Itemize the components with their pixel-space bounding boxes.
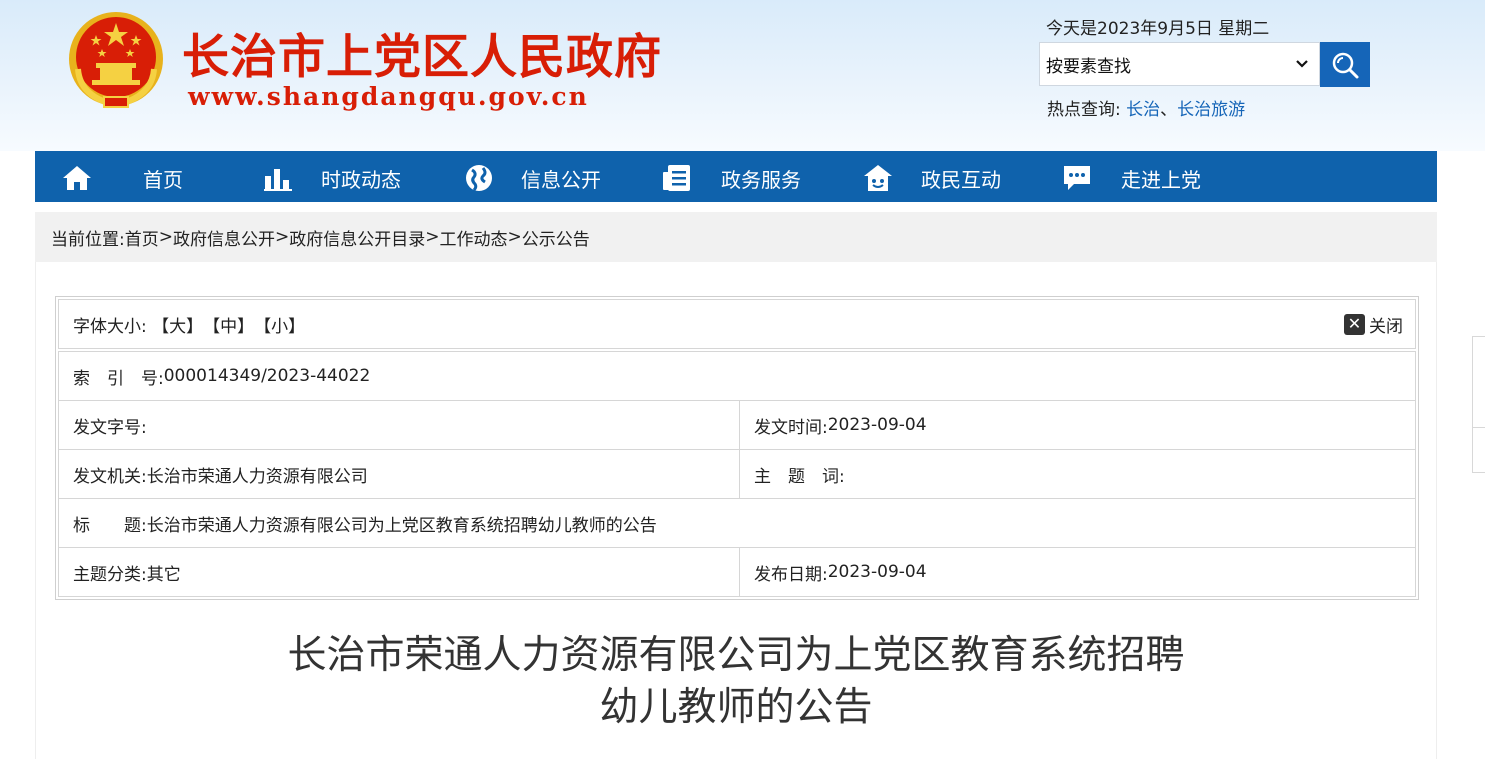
document-icon: [663, 165, 690, 191]
info-row-title: 标 题: 长治市荣通人力资源有限公司为上党区教育系统招聘幼儿教师的公告: [58, 498, 1416, 548]
article-title: 长治市荣通人力资源有限公司为上党区教育系统招聘 幼儿教师的公告: [35, 630, 1437, 734]
main-nav: 首页 时政动态 信息公开 政务服务 政民互动 走进上党: [35, 151, 1437, 202]
nav-item-info-public[interactable]: 信息公开: [435, 151, 635, 202]
info-row-category: 主题分类: 其它 发布日期: 2023-09-04: [58, 547, 1416, 597]
national-emblem-icon: [69, 12, 163, 109]
search-icon: [1332, 52, 1359, 78]
font-size-small[interactable]: 【小】: [254, 312, 305, 337]
issuer-label: 发文机关:: [73, 466, 147, 487]
font-size-controls: 字体大小: 【大】 【中】 【小】: [59, 300, 305, 348]
site-url: www.shangdangqu.gov.cn: [188, 82, 589, 111]
font-size-row: 字体大小: 【大】 【中】 【小】 ✕ 关闭: [58, 299, 1416, 349]
font-size-label: 字体大小:: [73, 316, 147, 337]
keywords-label: 主 题 词:: [754, 466, 845, 487]
nav-label: 时政动态: [321, 168, 401, 192]
nav-item-news[interactable]: 时政动态: [235, 151, 435, 202]
publish-date-label: 发布日期:: [754, 564, 828, 585]
title-value: 长治市荣通人力资源有限公司为上党区教育系统招聘幼儿教师的公告: [146, 515, 657, 536]
close-button[interactable]: ✕ 关闭: [1344, 300, 1403, 348]
issuer-cell: 发文机关: 长治市荣通人力资源有限公司: [59, 450, 739, 498]
floating-side-tab[interactable]: [1472, 336, 1485, 473]
font-size-large[interactable]: 【大】: [152, 312, 203, 337]
info-row-issuer: 发文机关: 长治市荣通人力资源有限公司 主 题 词:: [58, 449, 1416, 499]
close-label: 关闭: [1369, 316, 1403, 337]
index-cell: 索 引 号: 000014349/2023-44022: [59, 352, 370, 400]
bar-chart-icon: [264, 169, 292, 191]
nav-label: 首页: [143, 168, 183, 192]
hot-search: 热点查询: 长治、长治旅游: [1047, 95, 1245, 120]
document-info-table: 字体大小: 【大】 【中】 【小】 ✕ 关闭 索 引 号: 000014349/…: [55, 296, 1419, 600]
nav-item-services[interactable]: 政务服务: [635, 151, 835, 202]
nav-item-about[interactable]: 走进上党: [1035, 151, 1235, 202]
info-row-index: 索 引 号: 000014349/2023-44022: [58, 351, 1416, 401]
home-icon: [63, 166, 91, 190]
nav-label: 走进上党: [1121, 168, 1201, 192]
hot-search-label: 热点查询:: [1047, 100, 1121, 120]
article-title-line2: 幼儿教师的公告: [599, 685, 873, 730]
category-cell: 主题分类: 其它: [59, 548, 739, 596]
article-title-line1: 长治市荣通人力资源有限公司为上党区教育系统招聘: [287, 633, 1185, 678]
index-value: 000014349/2023-44022: [163, 366, 371, 386]
issue-time-value: 2023-09-04: [827, 415, 927, 435]
issuer-value: 长治市荣通人力资源有限公司: [146, 466, 368, 487]
doc-no-label: 发文字号:: [73, 417, 147, 438]
nav-item-interaction[interactable]: 政民互动: [835, 151, 1035, 202]
search-button[interactable]: [1320, 42, 1370, 87]
title-label: 标 题:: [73, 515, 147, 536]
breadcrumb-item-work-news[interactable]: 工作动态: [439, 225, 507, 250]
issue-time-label: 发文时间:: [754, 417, 828, 438]
category-value: 其它: [146, 564, 181, 585]
breadcrumb-separator: >: [274, 227, 290, 247]
keywords-cell: 主 题 词:: [739, 450, 1417, 498]
side-tab-divider: [1473, 427, 1485, 428]
nav-label: 政民互动: [921, 168, 1001, 192]
search-type-selected: 按要素查找: [1046, 56, 1131, 77]
breadcrumb-item-catalog[interactable]: 政府信息公开目录: [289, 225, 425, 250]
index-label: 索 引 号:: [73, 368, 164, 389]
chat-icon: [1064, 166, 1090, 190]
site-title: 长治市上党区人民政府: [182, 30, 662, 85]
breadcrumb: 当前位置: 首页 > 政府信息公开 > 政府信息公开目录 > 工作动态 > 公示公告: [35, 212, 1437, 262]
search-type-select[interactable]: 按要素查找: [1039, 42, 1320, 86]
publish-date-value: 2023-09-04: [827, 562, 927, 582]
publish-date-cell: 发布日期: 2023-09-04: [739, 548, 1417, 596]
chevron-down-icon: [1296, 60, 1308, 68]
breadcrumb-item-home[interactable]: 首页: [125, 225, 159, 250]
breadcrumb-item-notices[interactable]: 公示公告: [522, 225, 590, 250]
nav-label: 信息公开: [521, 168, 601, 192]
breadcrumb-item-gov-info[interactable]: 政府信息公开: [173, 225, 275, 250]
breadcrumb-separator: >: [158, 227, 173, 247]
hot-link-changzhi[interactable]: 长治: [1126, 100, 1160, 120]
nav-label: 政务服务: [721, 168, 801, 192]
nav-item-home[interactable]: 首页: [35, 151, 235, 202]
doc-no-cell: 发文字号:: [59, 401, 739, 449]
close-icon: ✕: [1344, 313, 1365, 335]
breadcrumb-separator: >: [507, 227, 522, 247]
title-cell: 标 题: 长治市荣通人力资源有限公司为上党区教育系统招聘幼儿教师的公告: [59, 499, 657, 547]
issue-time-cell: 发文时间: 2023-09-04: [739, 401, 1417, 449]
info-row-docno: 发文字号: 发文时间: 2023-09-04: [58, 400, 1416, 450]
breadcrumb-separator: >: [425, 227, 440, 247]
user-house-icon: [864, 165, 892, 191]
hot-link-changzhi-travel[interactable]: 长治旅游: [1177, 100, 1245, 120]
current-date: 今天是2023年9月5日 星期二: [1046, 19, 1270, 39]
breadcrumb-label: 当前位置:: [51, 229, 125, 250]
category-label: 主题分类:: [73, 564, 147, 585]
hot-link-separator: 、: [1160, 100, 1178, 120]
font-size-medium[interactable]: 【中】: [203, 312, 254, 337]
globe-icon: [466, 165, 492, 192]
